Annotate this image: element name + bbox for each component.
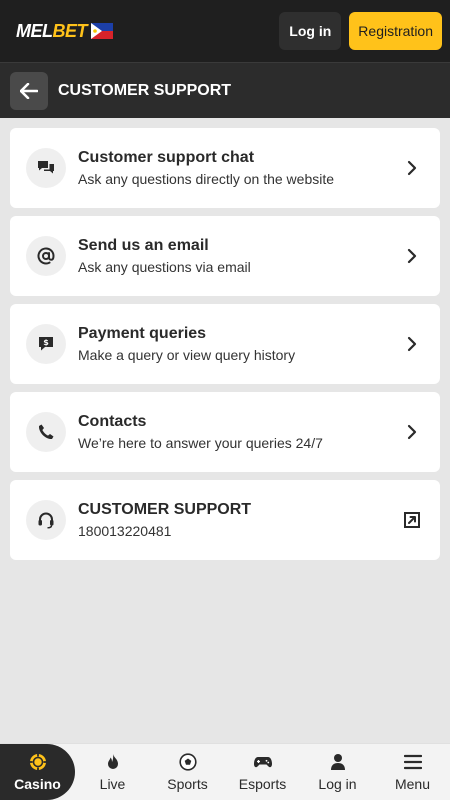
contacts-item[interactable]: Contacts We’re here to answer your queri… xyxy=(10,392,440,472)
nav-esports[interactable]: Esports xyxy=(225,744,300,800)
item-subtitle: Ask any questions via email xyxy=(78,259,251,275)
bottom-navigation: Casino Live Sports Esports Log in Menu xyxy=(0,743,450,800)
philippines-flag-icon xyxy=(91,23,113,39)
nav-label: Casino xyxy=(14,776,61,792)
login-button[interactable]: Log in xyxy=(279,12,342,50)
flame-icon xyxy=(103,752,123,772)
item-title: Customer support chat xyxy=(78,149,255,166)
casino-chip-icon xyxy=(28,752,48,772)
gamepad-icon xyxy=(253,752,273,772)
item-subtitle: Ask any questions directly on the websit… xyxy=(78,171,335,187)
item-title: Contacts xyxy=(78,413,147,430)
page-header: CUSTOMER SUPPORT xyxy=(0,62,450,118)
item-title: CUSTOMER SUPPORT xyxy=(78,501,252,518)
top-bar: MELBET Log in Registration xyxy=(0,0,450,62)
icon-container: $ xyxy=(26,324,66,364)
nav-live[interactable]: Live xyxy=(75,744,150,800)
back-button[interactable] xyxy=(10,71,48,110)
nav-label: Sports xyxy=(167,776,208,792)
chevron-right-icon xyxy=(407,160,417,176)
item-subtitle: Make a query or view query history xyxy=(78,347,296,363)
item-title: Send us an email xyxy=(78,237,209,254)
nav-sports[interactable]: Sports xyxy=(150,744,225,800)
support-phone-item[interactable]: CUSTOMER SUPPORT 180013220481 xyxy=(10,480,440,560)
chevron-right-icon xyxy=(407,248,417,264)
nav-label: Menu xyxy=(394,776,431,792)
brand-logo[interactable]: MELBET xyxy=(16,21,113,42)
at-icon xyxy=(37,247,55,265)
support-chat-item[interactable]: Customer support chat Ask any questions … xyxy=(10,128,440,208)
phone-icon xyxy=(38,424,54,440)
payment-icon: $ xyxy=(39,337,53,351)
icon-container xyxy=(26,500,66,540)
support-phone-number: 180013220481 xyxy=(78,523,172,539)
chevron-right-icon xyxy=(407,424,417,440)
registration-button[interactable]: Registration xyxy=(349,12,442,50)
page-title: CUSTOMER SUPPORT xyxy=(58,81,232,99)
icon-container xyxy=(26,148,66,188)
soccer-ball-icon xyxy=(178,752,198,772)
item-subtitle: We’re here to answer your queries 24/7 xyxy=(78,435,323,451)
user-icon xyxy=(328,752,348,772)
nav-label: Live xyxy=(99,776,126,792)
nav-login[interactable]: Log in xyxy=(300,744,375,800)
nav-menu[interactable]: Menu xyxy=(375,744,450,800)
hamburger-icon xyxy=(403,752,423,772)
nav-casino[interactable]: Casino xyxy=(0,744,75,800)
chat-icon xyxy=(38,161,54,174)
nav-label: Log in xyxy=(318,776,357,792)
chevron-right-icon xyxy=(407,336,417,352)
external-link-icon xyxy=(404,512,420,528)
svg-text:$: $ xyxy=(43,338,49,347)
icon-container xyxy=(26,412,66,452)
support-options-list: Customer support chat Ask any questions … xyxy=(0,118,450,560)
email-item[interactable]: Send us an email Ask any questions via e… xyxy=(10,216,440,296)
item-title: Payment queries xyxy=(78,325,207,342)
payment-queries-item[interactable]: $ Payment queries Make a query or view q… xyxy=(10,304,440,384)
icon-container xyxy=(26,236,66,276)
headset-icon xyxy=(38,512,54,529)
logo-text: MELBET xyxy=(16,20,87,41)
nav-label: Esports xyxy=(238,776,287,792)
arrow-left-icon xyxy=(20,82,38,99)
